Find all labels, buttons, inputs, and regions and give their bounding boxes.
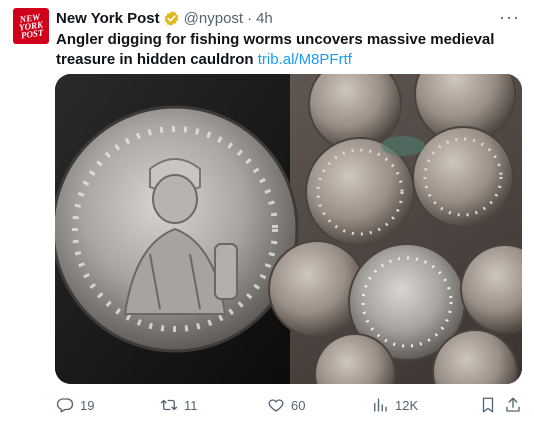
verified-badge-icon[interactable] (163, 10, 180, 27)
share-icon (506, 397, 520, 412)
author-handle[interactable]: @nypost (184, 10, 243, 27)
tweet[interactable]: NEW YORK POST New York Post @nypost · 4h… (0, 0, 534, 425)
avatar-line-3: POST (20, 27, 44, 40)
nypost-logo-icon: NEW YORK POST (18, 12, 45, 41)
views-button[interactable]: 12K (371, 396, 418, 414)
like-button[interactable]: 60 (267, 396, 305, 414)
heart-icon (268, 399, 284, 412)
views-icon (374, 398, 387, 412)
reply-button[interactable]: 19 (56, 396, 94, 414)
separator-dot: · (247, 9, 253, 27)
reply-icon (56, 398, 74, 413)
tweet-actions: 19 11 60 12K (56, 394, 524, 416)
tweet-text: Angler digging for fishing worms uncover… (56, 30, 524, 70)
tweet-link[interactable]: trib.al/M8PFrtf (258, 51, 352, 68)
share-button[interactable] (504, 396, 522, 414)
like-count: 60 (291, 397, 306, 413)
author-name[interactable]: New York Post (56, 10, 160, 27)
reply-count: 19 (80, 397, 95, 413)
avatar[interactable]: NEW YORK POST (13, 8, 49, 44)
coin-photo-icon (55, 74, 522, 384)
timestamp[interactable]: 4h (256, 10, 273, 27)
retweet-button[interactable]: 11 (160, 396, 198, 414)
retweet-icon (160, 399, 178, 411)
more-options-icon[interactable]: ··· (499, 7, 520, 28)
bookmark-button[interactable] (479, 396, 497, 414)
tweet-header: New York Post @nypost · 4h (56, 8, 273, 28)
tweet-media-image[interactable] (55, 74, 522, 384)
views-count: 12K (395, 397, 419, 413)
retweet-count: 11 (184, 397, 198, 413)
bookmark-icon (482, 397, 494, 413)
